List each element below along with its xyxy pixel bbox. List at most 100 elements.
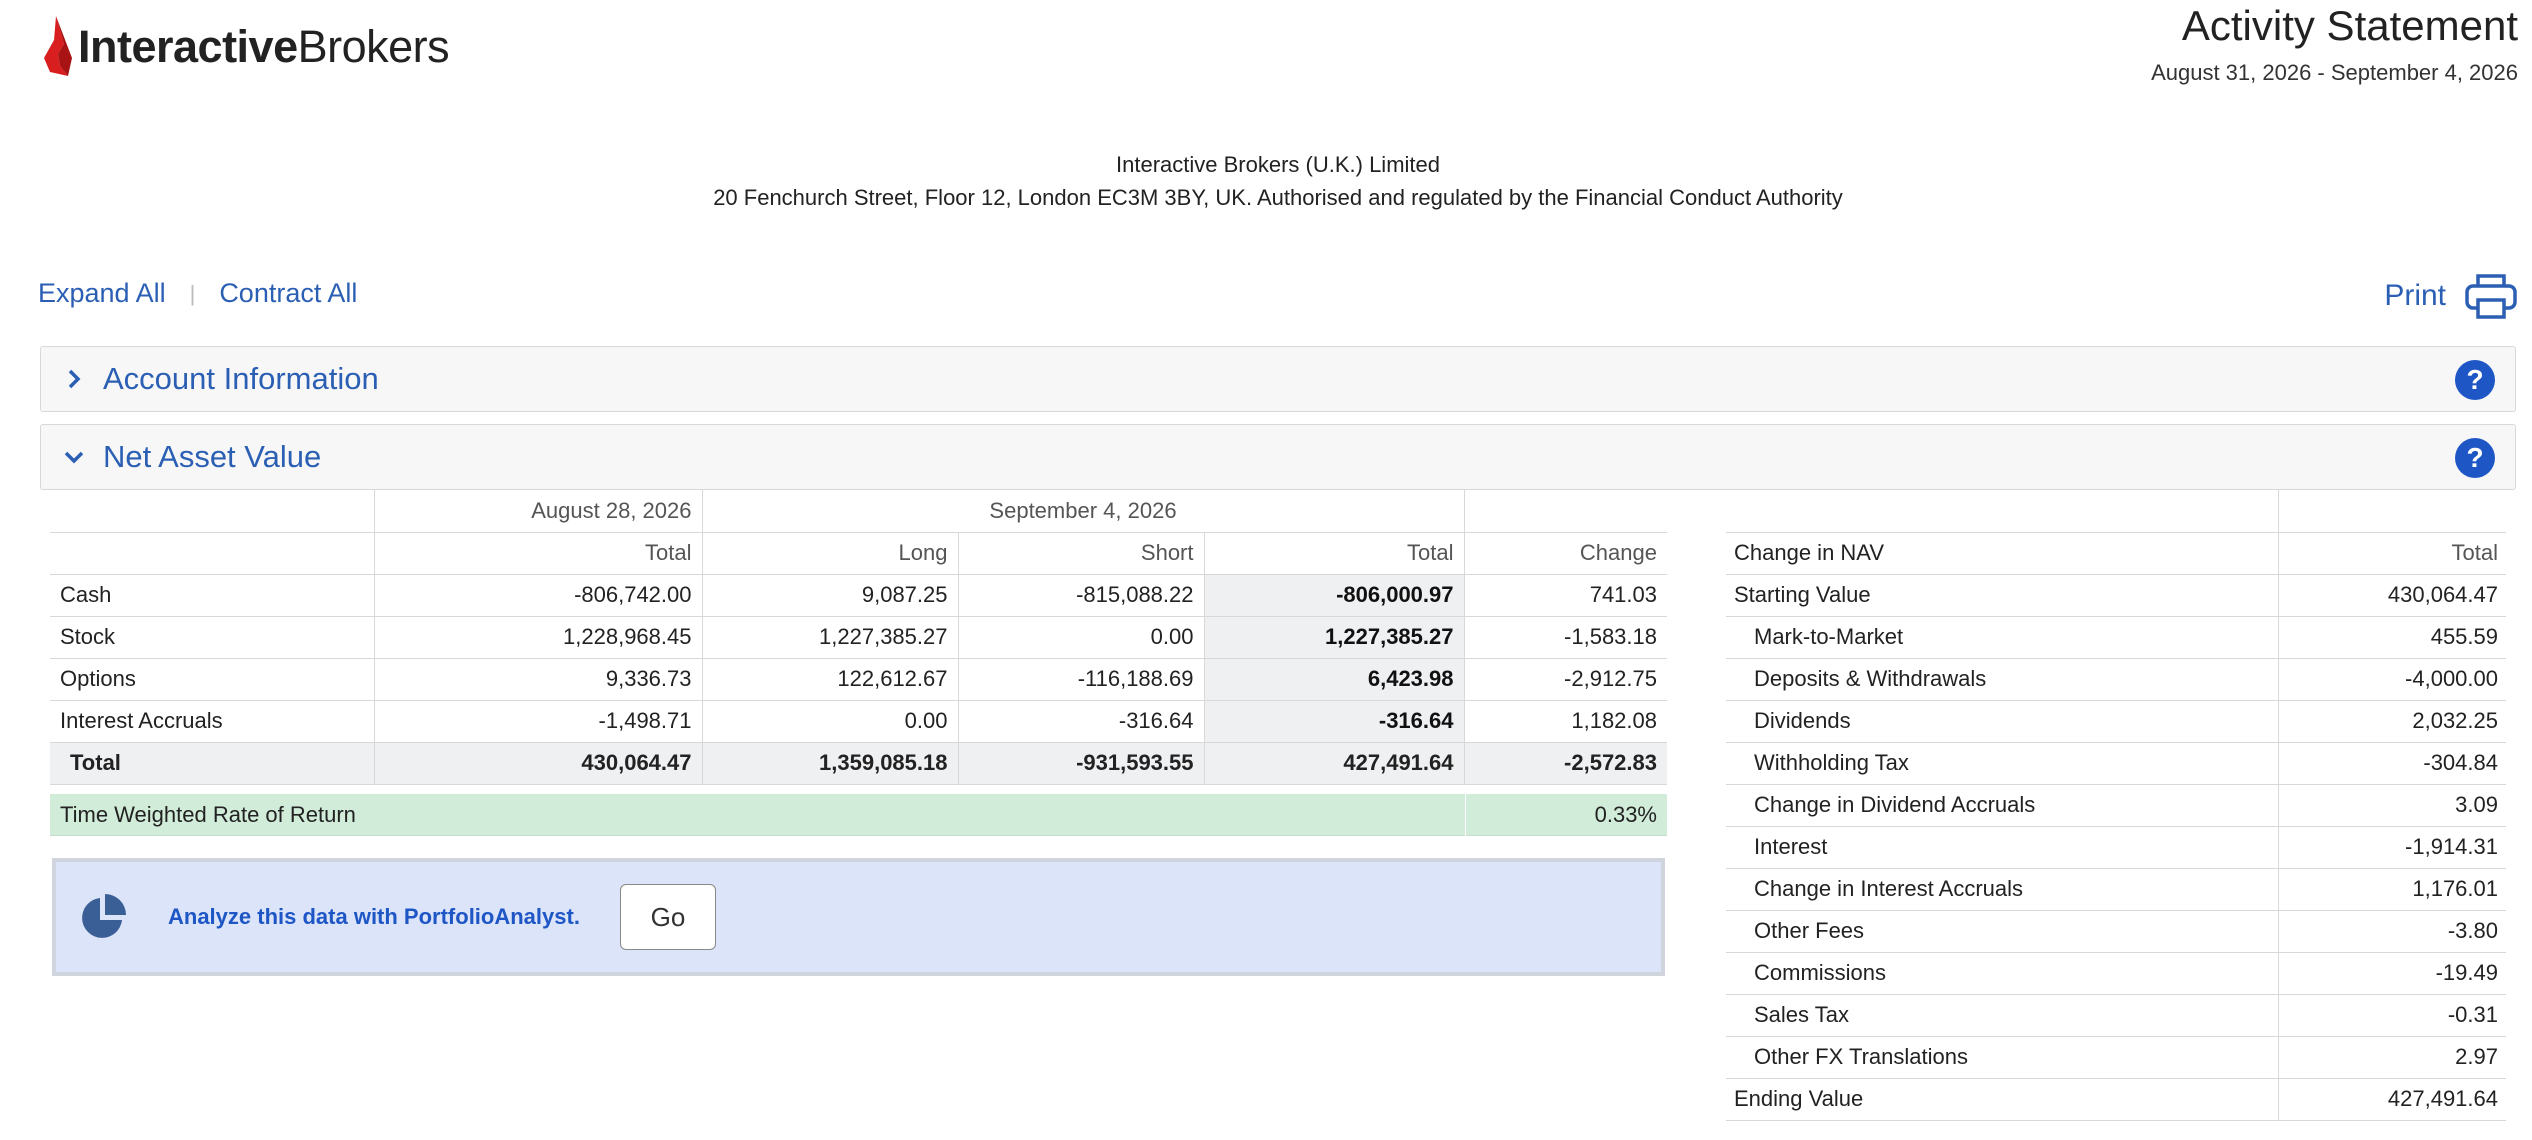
twr-row: Time Weighted Rate of Return 0.33%	[50, 793, 1667, 836]
row-label: Sales Tax	[1726, 994, 2278, 1037]
section-account-information[interactable]: Account Information ?	[40, 346, 2516, 412]
firm-info: Interactive Brokers (U.K.) Limited 20 Fe…	[0, 148, 2532, 214]
table-row: Ending Value 427,491.64	[1726, 1078, 2506, 1121]
expand-all-link[interactable]: Expand All	[38, 278, 166, 309]
portfolio-analyst-banner: Analyze this data with PortfolioAnalyst.…	[52, 858, 1665, 976]
total-cell: 1,227,385.27	[1203, 616, 1464, 659]
header-blank	[2277, 490, 2506, 533]
prior-total-cell: -1,498.71	[373, 700, 702, 743]
print-button[interactable]: Print	[2384, 272, 2518, 320]
value-cell: -3.80	[2277, 910, 2506, 953]
change-cell: -2,572.83	[1463, 742, 1667, 785]
short-cell: -815,088.22	[957, 574, 1204, 617]
printer-icon	[2465, 274, 2517, 319]
table-row: Other Fees -3.80	[1726, 910, 2506, 953]
statement-period: August 31, 2026 - September 4, 2026	[2151, 60, 2518, 85]
table-row: Sales Tax -0.31	[1726, 994, 2506, 1037]
table-row: Dividends 2,032.25	[1726, 700, 2506, 743]
row-label: Interest Accruals	[50, 700, 374, 743]
short-cell: 0.00	[957, 616, 1204, 659]
pie-chart-icon	[82, 894, 126, 938]
go-button[interactable]: Go	[619, 884, 716, 950]
prior-total-cell: 9,336.73	[373, 658, 702, 701]
row-label: Stock	[50, 616, 374, 659]
help-icon[interactable]: ?	[2455, 360, 2495, 400]
table-row: Change in Dividend Accruals 3.09	[1726, 784, 2506, 827]
value-cell: -19.49	[2277, 952, 2506, 995]
header-blank	[1463, 490, 1667, 533]
twr-value: 0.33%	[1465, 793, 1667, 836]
column-header: Short	[957, 532, 1204, 575]
print-label: Print	[2384, 279, 2446, 312]
value-cell: -304.84	[2277, 742, 2506, 785]
column-header: Total	[2277, 532, 2506, 575]
statement-title: Activity Statement	[2181, 2, 2518, 49]
row-label: Withholding Tax	[1726, 742, 2278, 785]
chevron-right-icon	[68, 369, 81, 389]
header-current-date: September 4, 2026	[701, 490, 1464, 533]
table-row: Options 9,336.73 122,612.67 -116,188.69 …	[50, 658, 1667, 701]
column-header: Total	[1203, 532, 1464, 575]
prior-total-cell: 430,064.47	[373, 742, 702, 785]
table-row: Interest Accruals -1,498.71 0.00 -316.64…	[50, 700, 1667, 743]
header-prior-date: August 28, 2026	[373, 490, 702, 533]
brand-name: InteractiveBrokers	[78, 21, 450, 72]
total-cell: 6,423.98	[1203, 658, 1464, 701]
total-row: Total 430,064.47 1,359,085.18 -931,593.5…	[50, 742, 1667, 785]
change-cell: 1,182.08	[1463, 700, 1667, 743]
value-cell: -1,914.31	[2277, 826, 2506, 869]
value-cell: 3.09	[2277, 784, 2506, 827]
column-header: Long	[701, 532, 958, 575]
row-label: Starting Value	[1726, 574, 2278, 617]
table-row: Commissions -19.49	[1726, 952, 2506, 995]
table-row: Stock 1,228,968.45 1,227,385.27 0.00 1,2…	[50, 616, 1667, 659]
value-cell: 455.59	[2277, 616, 2506, 659]
change-cell: -2,912.75	[1463, 658, 1667, 701]
prior-total-cell: 1,228,968.45	[373, 616, 702, 659]
section-title: Account Information	[103, 361, 379, 396]
change-in-nav-table: Change in NAV Total Starting Value 430,06…	[1726, 490, 2506, 1121]
twr-label: Time Weighted Rate of Return	[60, 801, 356, 827]
value-cell: 427,491.64	[2277, 1078, 2506, 1121]
table-row: Cash -806,742.00 9,087.25 -815,088.22 -8…	[50, 574, 1667, 617]
table-row: Interest -1,914.31	[1726, 826, 2506, 869]
value-cell: 430,064.47	[2277, 574, 2506, 617]
short-cell: -316.64	[957, 700, 1204, 743]
header-blank	[50, 490, 374, 533]
long-cell: 9,087.25	[701, 574, 958, 617]
row-label: Change in Interest Accruals	[1726, 868, 2278, 911]
value-cell: 2.97	[2277, 1036, 2506, 1079]
section-net-asset-value[interactable]: Net Asset Value ?	[40, 424, 2516, 490]
value-cell: -4,000.00	[2277, 658, 2506, 701]
long-cell: 0.00	[701, 700, 958, 743]
row-label: Deposits & Withdrawals	[1726, 658, 2278, 701]
column-header: Change	[1463, 532, 1667, 575]
change-cell: -1,583.18	[1463, 616, 1667, 659]
table-row: Other FX Translations 2.97	[1726, 1036, 2506, 1079]
column-header	[50, 532, 374, 575]
change-cell: 741.03	[1463, 574, 1667, 617]
help-icon[interactable]: ?	[2455, 438, 2495, 478]
table-row: Change in Interest Accruals 1,176.01	[1726, 868, 2506, 911]
ib-logo: InteractiveBrokers	[38, 12, 450, 82]
contract-all-link[interactable]: Contract All	[219, 278, 357, 309]
table-row: Withholding Tax -304.84	[1726, 742, 2506, 785]
total-cell: -316.64	[1203, 700, 1464, 743]
header-blank	[1726, 490, 2278, 533]
table-header-row	[1726, 490, 2506, 533]
row-label: Mark-to-Market	[1726, 616, 2278, 659]
value-cell: 2,032.25	[2277, 700, 2506, 743]
row-label: Total	[50, 742, 374, 785]
table-header-row: August 28, 2026 September 4, 2026	[50, 490, 1667, 533]
section-title: Net Asset Value	[103, 439, 322, 474]
table-row: Deposits & Withdrawals -4,000.00	[1726, 658, 2506, 701]
chevron-down-icon	[64, 451, 84, 464]
portfolio-analyst-text: Analyze this data with PortfolioAnalyst.	[168, 904, 580, 929]
value-cell: 1,176.01	[2277, 868, 2506, 911]
row-label: Other FX Translations	[1726, 1036, 2278, 1079]
row-label: Commissions	[1726, 952, 2278, 995]
row-label: Change in Dividend Accruals	[1726, 784, 2278, 827]
column-header: Total	[373, 532, 702, 575]
firm-name: Interactive Brokers (U.K.) Limited	[1116, 152, 1440, 177]
ib-logo-icon	[44, 16, 72, 76]
